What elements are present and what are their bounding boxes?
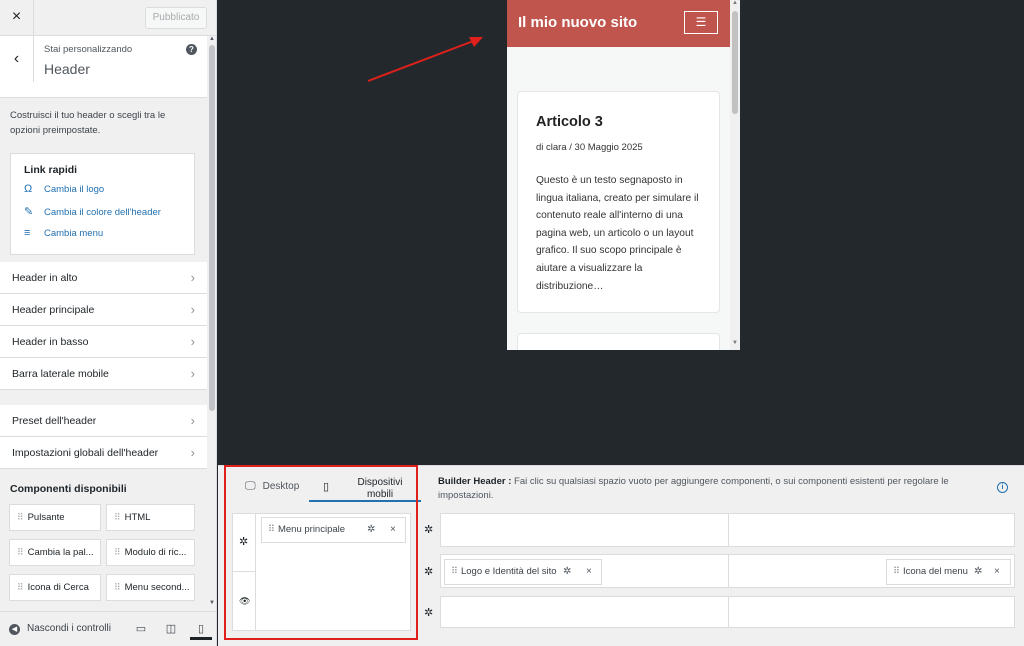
chevron-right-icon: › [190, 334, 195, 349]
section-description: Costruisci il tuo header o scegli tra le… [10, 110, 166, 136]
builder-info: Builder Header : Fai clic su qualsiasi s… [438, 476, 949, 501]
drag-handle-icon: ⠿ [114, 582, 121, 592]
brush-icon: ✎ [24, 206, 34, 218]
drag-handle-icon: ⠿ [17, 512, 24, 522]
close-icon[interactable]: × [0, 0, 34, 36]
component-button[interactable]: ⠿ Pulsante [9, 504, 101, 531]
component-html[interactable]: ⠿ HTML [106, 504, 195, 531]
back-arrow-icon[interactable]: ‹ [0, 36, 34, 82]
chevron-right-icon: › [190, 366, 195, 381]
preview-scrollbar-thumb[interactable] [732, 11, 738, 114]
divider [728, 514, 729, 546]
component-search-form[interactable]: ⠿ Modulo di ric... [106, 539, 195, 566]
drag-handle-icon: ⠿ [17, 582, 24, 592]
component-secondary-menu[interactable]: ⠿ Menu second... [106, 574, 195, 601]
hide-controls-button[interactable]: ◀ Nascondi i controlli [9, 623, 111, 635]
post-title[interactable]: Articolo 3 [536, 114, 603, 130]
component-palette-switch[interactable]: ⠿ Cambia la pal... [9, 539, 101, 566]
customizing-label: Stai personalizzando [44, 44, 133, 55]
quick-links-box: Link rapidi Ω Cambia il logo ✎ Cambia il c… [10, 153, 195, 255]
sidebar-item-mobile-sidebar[interactable]: Barra laterale mobile › [0, 358, 207, 390]
section-title: Header [44, 61, 90, 77]
mobile-device-icon[interactable]: ▯ [190, 618, 212, 640]
drag-handle-icon: ⠿ [114, 512, 121, 522]
components-title: Componenti disponibili [10, 483, 127, 495]
sidebar-footer: ◀ Nascondi i controlli ▭ ◫ ▯ [0, 611, 216, 646]
quick-link-change-logo[interactable]: Ω Cambia il logo [24, 183, 104, 199]
scroll-up-icon[interactable]: ▲ [207, 36, 216, 44]
info-icon[interactable]: i [997, 482, 1008, 493]
close-icon[interactable]: × [994, 560, 1000, 584]
gear-icon[interactable]: ✲ [563, 560, 571, 584]
site-title[interactable]: Il mio nuovo sito [518, 14, 637, 31]
help-icon[interactable]: ? [186, 44, 197, 55]
close-icon[interactable]: × [586, 560, 592, 584]
sidebar-item-global-settings[interactable]: Impostazioni globali dell'header › [0, 437, 207, 469]
builder-row-bottom[interactable] [440, 596, 1015, 628]
sidebar-item-header-bottom[interactable]: Header in basso › [0, 326, 207, 358]
mobile-preview-frame: Il mio nuovo sito ☰ Articolo 3 di clara … [507, 0, 740, 350]
gear-icon[interactable]: ✲ [424, 523, 433, 536]
drag-handle-icon: ⠿ [451, 566, 458, 577]
divider [728, 555, 729, 587]
sidebar-item-header-main[interactable]: Header principale › [0, 294, 207, 326]
tablet-device-icon[interactable]: ◫ [160, 618, 182, 640]
sidebar-item-header-top[interactable]: Header in alto › [0, 262, 207, 294]
scroll-up-icon[interactable]: ▲ [730, 0, 740, 6]
chevron-right-icon: › [190, 445, 195, 460]
scroll-down-icon[interactable]: ▼ [207, 600, 216, 608]
post-card: Articolo 3 di clara / 30 Maggio 2025 Que… [517, 91, 720, 313]
scroll-down-icon[interactable]: ▼ [730, 340, 740, 346]
hamburger-menu-icon[interactable]: ☰ [684, 11, 718, 34]
customizer-sidebar: × Pubblicato ‹ Stai personalizzando Head… [0, 0, 217, 646]
gear-icon[interactable]: ✲ [424, 565, 433, 578]
post-meta: di clara / 30 Maggio 2025 [536, 142, 643, 153]
collapse-icon: ◀ [9, 624, 20, 635]
chevron-right-icon: › [190, 413, 195, 428]
publish-button[interactable]: Pubblicato [145, 7, 207, 29]
sidebar-item-header-preset[interactable]: Preset dell'header › [0, 405, 207, 437]
component-chip-menu-icon[interactable]: ⠿ Icona del menu ✲ × [886, 559, 1011, 585]
component-chip-logo[interactable]: ⠿ Logo e Identità del sito ✲ × [444, 559, 602, 585]
menu-icon: ≡ [24, 227, 31, 239]
drag-handle-icon: ⠿ [114, 547, 121, 557]
drag-handle-icon: ⠿ [893, 566, 900, 577]
post-excerpt: Questo è un testo segnaposto in lingua i… [536, 175, 699, 292]
divider [728, 597, 729, 627]
chevron-right-icon: › [190, 270, 195, 285]
chevron-right-icon: › [190, 302, 195, 317]
quick-links-title: Link rapidi [24, 164, 78, 176]
omega-icon: Ω [24, 183, 33, 195]
post-card [517, 333, 720, 350]
sidebar-scrollbar-thumb[interactable] [209, 45, 215, 411]
quick-link-change-menu[interactable]: ≡ Cambia menu [24, 227, 103, 243]
section-header: ‹ Stai personalizzando Header ? [0, 36, 207, 98]
sidebar-topbar: × Pubblicato [0, 0, 216, 36]
builder-row-top[interactable] [440, 513, 1015, 547]
site-header: Il mio nuovo sito ☰ [507, 0, 730, 47]
gear-icon[interactable]: ✲ [424, 606, 433, 619]
component-search-icon[interactable]: ⠿ Icona di Cerca [9, 574, 101, 601]
quick-link-change-color[interactable]: ✎ Cambia il colore dell'header [24, 205, 161, 221]
gear-icon[interactable]: ✲ [974, 560, 982, 584]
highlight-box [224, 465, 418, 640]
drag-handle-icon: ⠿ [17, 547, 24, 557]
desktop-device-icon[interactable]: ▭ [130, 618, 152, 640]
